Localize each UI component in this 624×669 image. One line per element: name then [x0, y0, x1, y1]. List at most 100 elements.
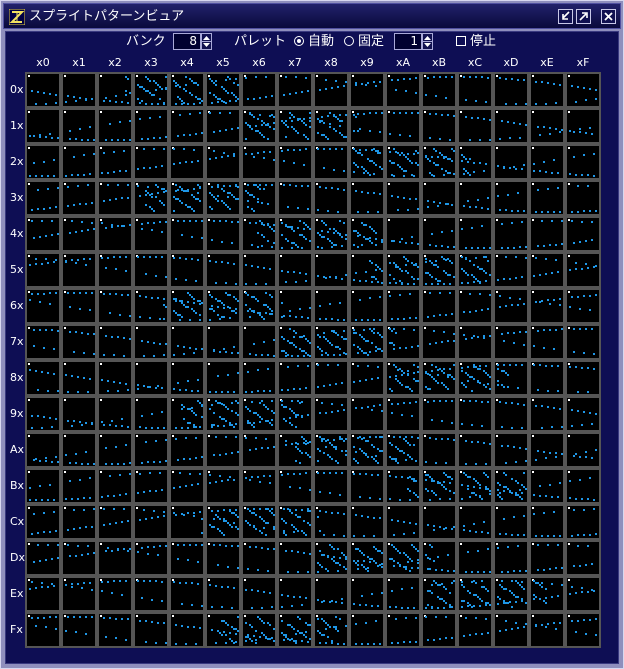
pattern-cell [567, 290, 599, 322]
cell-corner-marker [388, 543, 390, 545]
cell-corner-marker [424, 75, 426, 77]
pattern-cell [135, 146, 167, 178]
palette-value-field[interactable]: 1 [394, 33, 422, 50]
sprite-pattern-grid[interactable] [25, 72, 601, 648]
cell-corner-marker [28, 579, 30, 581]
cell-corner-marker [532, 543, 534, 545]
cell-corner-marker [388, 435, 390, 437]
cell-corner-marker [280, 183, 282, 185]
pattern-cell [243, 362, 275, 394]
title-bar[interactable]: スプライトパターンビュア [3, 3, 621, 29]
cell-corner-marker [532, 471, 534, 473]
pattern-cell [567, 470, 599, 502]
cell-corner-marker [424, 327, 426, 329]
pattern-cell [63, 434, 95, 466]
pattern-cell [207, 254, 239, 286]
pattern-cell [243, 326, 275, 358]
cell-corner-marker [28, 543, 30, 545]
cell-corner-marker [424, 507, 426, 509]
cell-corner-marker [136, 615, 138, 617]
cell-corner-marker [172, 219, 174, 221]
pattern-cell [243, 146, 275, 178]
sprite-grid-canvas [25, 72, 601, 648]
cell-corner-marker [388, 399, 390, 401]
control-bar: バンク 8 パレット 自動 固定 1 停止 [6, 32, 618, 52]
pattern-cell [207, 146, 239, 178]
palette-spin-arrows[interactable] [422, 33, 433, 50]
pattern-cell [567, 74, 599, 106]
column-header: x0 [36, 56, 50, 69]
cell-corner-marker [280, 507, 282, 509]
radio-fixed[interactable] [344, 36, 354, 46]
cell-corner-marker [244, 183, 246, 185]
cell-corner-marker [424, 111, 426, 113]
pattern-cell [387, 578, 419, 610]
cell-corner-marker [208, 291, 210, 293]
pattern-cell [459, 110, 491, 142]
cell-corner-marker [28, 291, 30, 293]
cell-corner-marker [352, 507, 354, 509]
cell-corner-marker [172, 615, 174, 617]
pattern-cell [135, 218, 167, 250]
pattern-cell [423, 110, 455, 142]
pattern-cell [27, 470, 59, 502]
bank-spin-arrows[interactable] [201, 33, 212, 50]
cell-corner-marker [100, 291, 102, 293]
cell-corner-marker [316, 75, 318, 77]
cell-corner-marker [532, 399, 534, 401]
pattern-cell [171, 218, 203, 250]
pattern-cell [531, 182, 563, 214]
cell-corner-marker [244, 579, 246, 581]
cell-corner-marker [136, 291, 138, 293]
cell-corner-marker [460, 435, 462, 437]
cell-corner-marker [100, 147, 102, 149]
column-header: x7 [288, 56, 302, 69]
cell-corner-marker [424, 291, 426, 293]
cell-corner-marker [496, 183, 498, 185]
pattern-cell [459, 398, 491, 430]
cell-corner-marker [316, 255, 318, 257]
cell-corner-marker [388, 147, 390, 149]
cell-corner-marker [136, 219, 138, 221]
cell-corner-marker [172, 111, 174, 113]
bank-value-field[interactable]: 8 [173, 33, 201, 50]
cell-corner-marker [100, 183, 102, 185]
stop-checkbox[interactable] [456, 36, 466, 46]
cell-corner-marker [316, 183, 318, 185]
close-button[interactable] [601, 9, 616, 24]
cell-corner-marker [316, 435, 318, 437]
pattern-cell [567, 542, 599, 574]
pattern-cell [387, 110, 419, 142]
cell-corner-marker [568, 579, 570, 581]
pattern-cell [351, 398, 383, 430]
cell-corner-marker [136, 507, 138, 509]
radio-fixed-label[interactable]: 固定 [358, 34, 384, 50]
radio-auto[interactable] [294, 36, 304, 46]
pattern-cell [99, 470, 131, 502]
cell-corner-marker [208, 435, 210, 437]
cell-corner-marker [496, 579, 498, 581]
stop-label[interactable]: 停止 [470, 34, 496, 50]
pattern-cell [531, 218, 563, 250]
cell-corner-marker [64, 507, 66, 509]
cell-corner-marker [424, 147, 426, 149]
cell-corner-marker [172, 399, 174, 401]
cell-corner-marker [424, 219, 426, 221]
pattern-cell [207, 218, 239, 250]
cell-corner-marker [28, 111, 30, 113]
maximize-button[interactable] [576, 9, 591, 24]
cell-corner-marker [532, 255, 534, 257]
cell-corner-marker [136, 111, 138, 113]
pattern-cell [207, 542, 239, 574]
pattern-cell [567, 110, 599, 142]
cell-corner-marker [64, 219, 66, 221]
cell-corner-marker [460, 111, 462, 113]
pattern-cell [567, 182, 599, 214]
cell-corner-marker [244, 75, 246, 77]
cell-corner-marker [388, 507, 390, 509]
minimize-button[interactable] [558, 9, 573, 24]
cell-corner-marker [496, 291, 498, 293]
cell-corner-marker [460, 579, 462, 581]
cell-corner-marker [352, 471, 354, 473]
radio-auto-label[interactable]: 自動 [308, 34, 334, 50]
